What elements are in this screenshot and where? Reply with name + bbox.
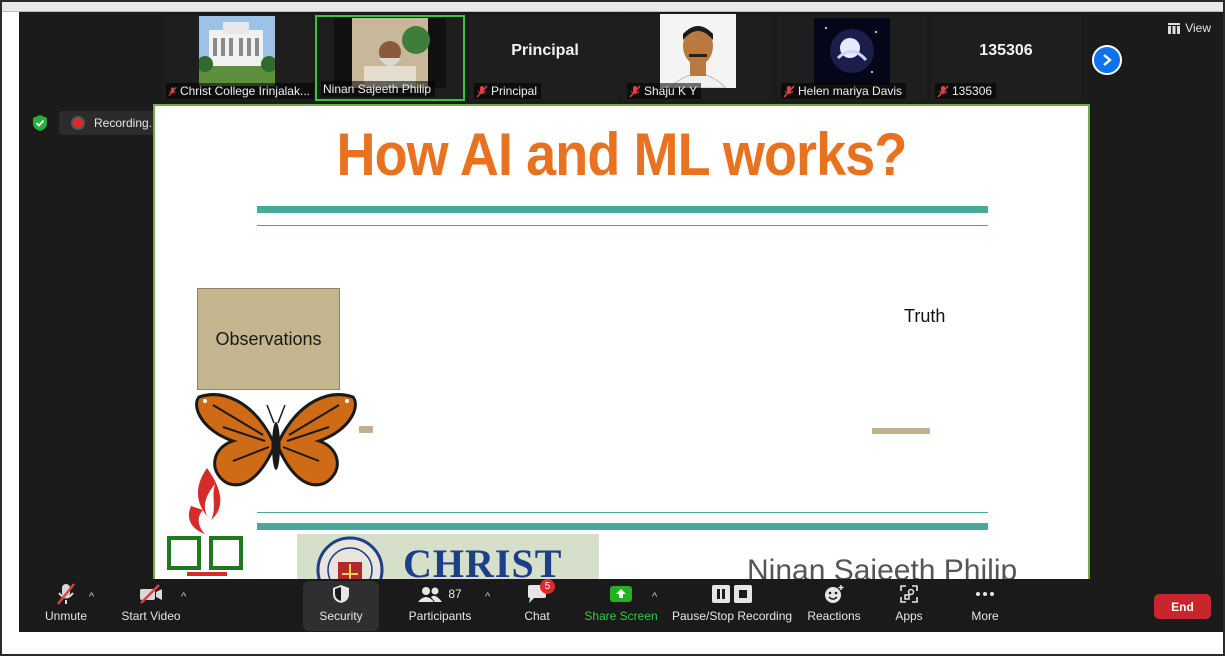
share-options-caret-icon[interactable]: ^ <box>652 591 657 603</box>
end-meeting-button[interactable]: End <box>1154 594 1211 619</box>
mic-muted-icon <box>629 84 641 98</box>
pause-icon <box>712 585 730 603</box>
participant-name: Ninan Sajeeth Philip <box>323 82 432 96</box>
participant-name: Principal <box>491 84 538 98</box>
airis-logo <box>167 468 243 576</box>
participant-name-label: Helen mariya Davis <box>781 83 907 99</box>
more-button[interactable]: More <box>965 579 1005 632</box>
security-label: Security <box>319 609 363 623</box>
participants-label: Participants <box>408 609 472 623</box>
reactions-button[interactable]: Reactions <box>807 579 861 632</box>
chat-unread-badge: 5 <box>540 579 555 594</box>
participant-thumbnail <box>162 15 312 87</box>
next-participants-button[interactable] <box>1092 45 1122 75</box>
apps-icon <box>900 585 918 603</box>
slide-divider-line <box>257 225 988 226</box>
start-video-label: Start Video <box>121 609 181 623</box>
participant-name-label: Christ College Irinjalak... <box>166 83 314 99</box>
shared-screen-slide: How AI and ML works? Observations Truth <box>153 104 1090 594</box>
participants-icon <box>418 587 443 602</box>
grid-view-icon <box>1168 22 1181 34</box>
pause-stop-recording-label: Pause/Stop Recording <box>671 609 793 623</box>
participant-thumbnail <box>317 17 463 89</box>
observations-label: Observations <box>215 328 322 349</box>
participant-tile-active-speaker[interactable]: Ninan Sajeeth Philip <box>315 15 465 101</box>
chat-button[interactable]: 5 Chat <box>519 579 555 632</box>
video-options-caret-icon[interactable]: ^ <box>181 591 186 603</box>
zoom-meeting-window: Christ College Irinjalak... Ninan Sajeet… <box>19 12 1223 632</box>
more-label: More <box>971 609 999 623</box>
share-screen-label: Share Screen <box>584 609 658 623</box>
reactions-smiley-icon <box>825 585 844 603</box>
participant-tile-name: 135306 <box>979 42 1033 59</box>
slide-divider-bar <box>257 206 988 213</box>
participant-name-label: Shaju K Y <box>627 83 702 99</box>
participant-thumbnail: 135306 <box>931 15 1081 87</box>
slide-dash <box>359 426 373 433</box>
view-label: View <box>1185 21 1211 35</box>
unmute-button[interactable]: Unmute <box>41 579 91 632</box>
observations-box: Observations <box>197 288 340 390</box>
college-building-photo <box>199 16 275 86</box>
participant-name: 135306 <box>952 84 993 98</box>
participant-tile[interactable]: Christ College Irinjalak... <box>162 15 314 101</box>
participants-count: 87 <box>448 587 462 601</box>
more-ellipsis-icon <box>976 592 994 596</box>
security-shield-icon <box>333 585 349 603</box>
pause-stop-recording-button[interactable]: Pause/Stop Recording <box>671 579 793 632</box>
participant-name-label: Ninan Sajeeth Philip <box>321 81 436 97</box>
truth-label: Truth <box>904 306 946 326</box>
end-label: End <box>1171 599 1194 614</box>
slide-title: How AI and ML works? <box>336 121 907 188</box>
participant-thumbnail <box>623 14 773 88</box>
security-button[interactable]: Security <box>303 579 379 632</box>
view-button[interactable]: View <box>1168 21 1211 35</box>
participant-tile-name: Principal <box>511 42 579 59</box>
encryption-shield-icon[interactable] <box>32 114 48 132</box>
share-screen-icon <box>610 586 632 602</box>
participant-name-label: 135306 <box>935 83 997 99</box>
participant-tile[interactable]: Helen mariya Davis <box>777 15 927 101</box>
share-screen-button[interactable]: Share Screen <box>584 579 658 632</box>
participant-avatar-image <box>814 18 890 84</box>
slide-divider-bar <box>257 523 988 530</box>
apps-button[interactable]: Apps <box>889 579 929 632</box>
participants-options-caret-icon[interactable]: ^ <box>485 591 490 603</box>
reactions-label: Reactions <box>807 609 861 623</box>
participant-tile[interactable]: 135306 135306 <box>931 15 1081 101</box>
mic-muted-icon <box>168 86 177 96</box>
mic-muted-icon <box>937 84 949 98</box>
slide-dash <box>872 428 930 434</box>
participant-thumbnail <box>777 15 927 87</box>
participant-tile[interactable]: Principal Principal <box>470 15 620 101</box>
participant-name: Helen mariya Davis <box>798 84 903 98</box>
participant-name-label: Principal <box>474 83 542 99</box>
participant-profile-photo <box>660 14 736 88</box>
video-off-icon <box>140 584 162 604</box>
participant-name: Christ College Irinjalak... <box>179 84 310 98</box>
mic-muted-icon <box>57 583 75 605</box>
speaker-video-feed <box>334 18 446 88</box>
participants-button[interactable]: 87 Participants <box>405 579 475 632</box>
screenshot-frame: Christ College Irinjalak... Ninan Sajeet… <box>0 0 1225 656</box>
slide-divider-line <box>257 512 988 513</box>
mic-muted-icon <box>783 84 795 98</box>
stop-icon <box>734 585 752 603</box>
meeting-toolbar: Unmute ^ Start Video ^ Security 87 Parti… <box>19 579 1223 632</box>
apps-label: Apps <box>895 609 923 623</box>
window-top-strip <box>2 2 1223 12</box>
recording-dot-icon <box>71 116 85 130</box>
chevron-right-icon <box>1103 54 1112 66</box>
participant-tile[interactable]: Shaju K Y <box>623 14 773 101</box>
mic-muted-icon <box>476 84 488 98</box>
participant-name: Shaju K Y <box>644 84 698 98</box>
audio-options-caret-icon[interactable]: ^ <box>89 591 94 603</box>
unmute-label: Unmute <box>44 609 88 623</box>
start-video-button[interactable]: Start Video <box>119 579 183 632</box>
participant-thumbnail: Principal <box>470 15 620 87</box>
chat-label: Chat <box>524 609 550 623</box>
